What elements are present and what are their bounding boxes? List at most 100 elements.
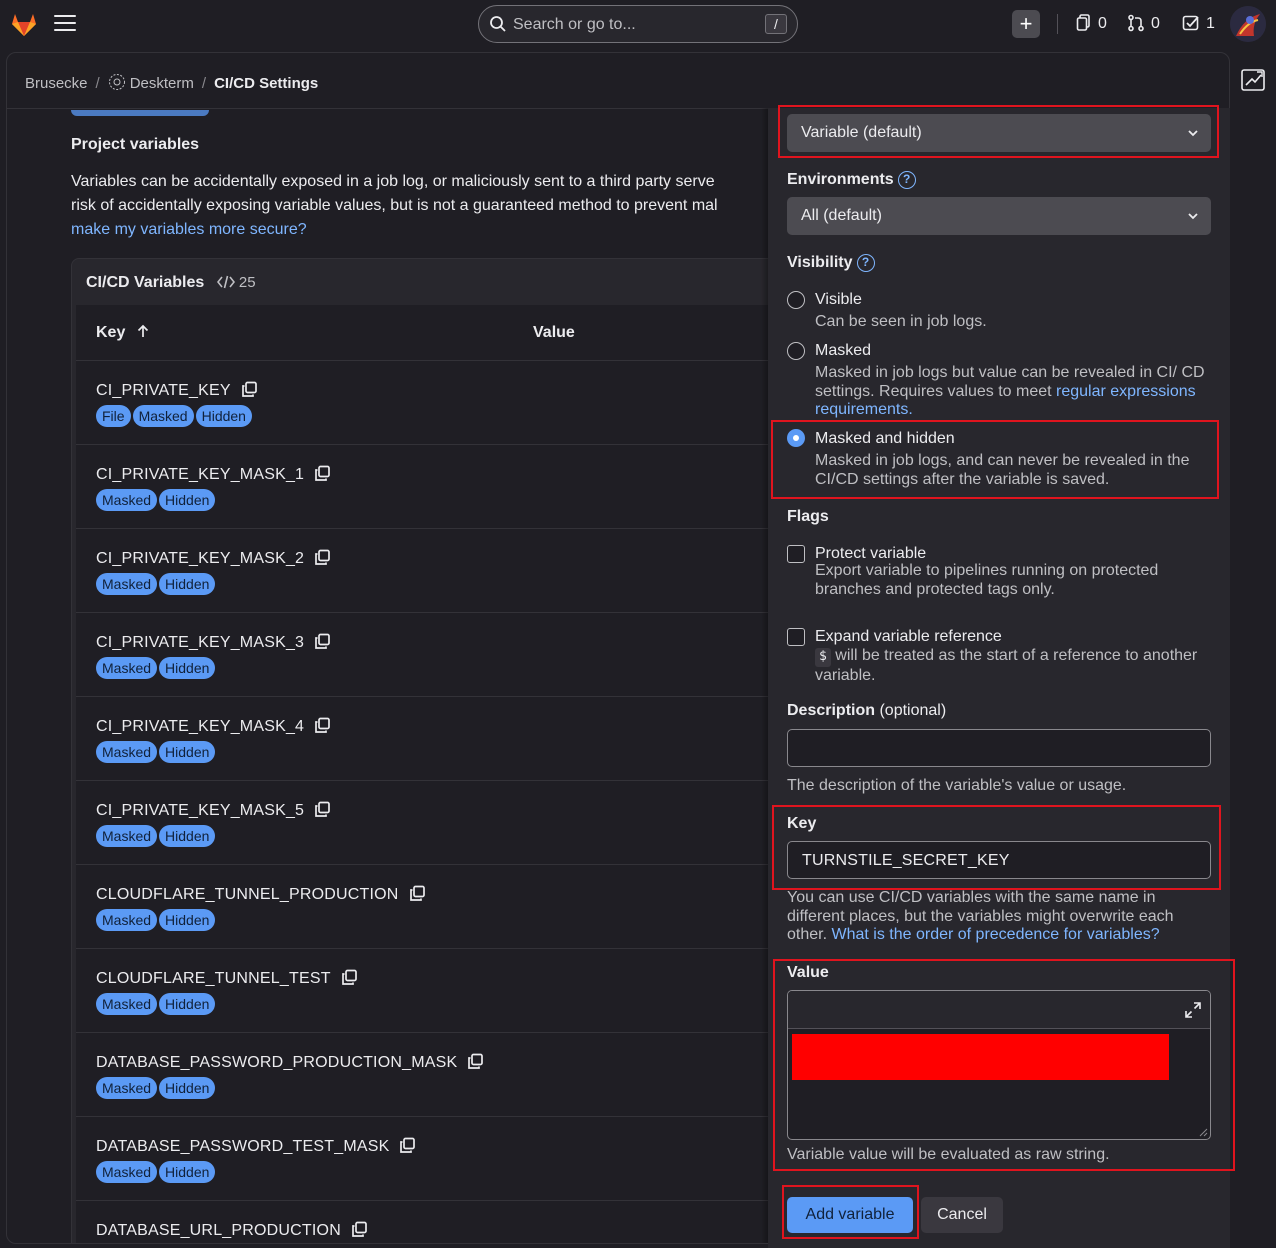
table-row[interactable]: CI_PRIVATE_KEY_MASK_2 Masked Hidden xyxy=(76,529,792,613)
badge-masked: Masked xyxy=(96,1161,158,1183)
copy-icon[interactable] xyxy=(314,717,331,739)
protect-variable-title[interactable]: Protect variable xyxy=(815,545,926,563)
variable-key-text: CI_PRIVATE_KEY xyxy=(96,382,231,399)
copy-icon[interactable] xyxy=(399,1137,416,1159)
table-row[interactable]: CI_PRIVATE_KEY_MASK_5 Masked Hidden xyxy=(76,781,792,865)
breadcrumb-current[interactable]: CI/CD Settings xyxy=(214,75,318,92)
help-icon[interactable]: ? xyxy=(897,171,916,189)
variable-key: CI_PRIVATE_KEY_MASK_3 xyxy=(96,633,331,655)
variable-key: DATABASE_PASSWORD_TEST_MASK xyxy=(96,1137,416,1159)
visible-option-title[interactable]: Visible xyxy=(815,291,862,309)
search-shortcut-key: / xyxy=(765,14,787,34)
key-value: TURNSTILE_SECRET_KEY xyxy=(802,852,1010,869)
table-row[interactable]: CI_PRIVATE_KEY_MASK_1 Masked Hidden xyxy=(76,445,792,529)
add-variable-button[interactable]: Add variable xyxy=(787,1197,913,1233)
merge-requests-counter[interactable]: 0 xyxy=(1127,14,1160,36)
radio-visible[interactable] xyxy=(787,291,805,309)
badge-file: File xyxy=(96,405,131,427)
expand-reference-title[interactable]: Expand variable reference xyxy=(815,628,1002,646)
environments-select[interactable]: All (default) xyxy=(787,197,1211,235)
radio-masked-and-hidden[interactable] xyxy=(787,429,805,447)
badge-hidden: Hidden xyxy=(195,405,252,427)
chart-edit-icon[interactable] xyxy=(1240,68,1266,92)
copy-icon[interactable] xyxy=(314,549,331,571)
variable-key-text: DATABASE_URL_PRODUCTION xyxy=(96,1222,341,1239)
card-title-text: CI/CD Variables xyxy=(86,274,205,291)
key-input[interactable]: TURNSTILE_SECRET_KEY xyxy=(787,841,1211,879)
user-avatar[interactable] xyxy=(1230,6,1266,42)
section-description: Variables can be accidentally exposed in… xyxy=(71,170,831,242)
table-row[interactable]: CI_PRIVATE_KEY File Masked Hidden xyxy=(76,361,792,445)
help-icon[interactable]: ? xyxy=(856,254,875,272)
copy-icon[interactable] xyxy=(314,801,331,823)
table-row[interactable]: CI_PRIVATE_KEY_MASK_3 Masked Hidden xyxy=(76,613,792,697)
environments-label: Environments? xyxy=(787,171,916,189)
cancel-button[interactable]: Cancel xyxy=(921,1197,1003,1233)
masked-option-title[interactable]: Masked xyxy=(815,342,871,360)
search-box[interactable]: Search or go to... / xyxy=(478,5,798,43)
table-row[interactable]: CI_PRIVATE_KEY_MASK_4 Masked Hidden xyxy=(76,697,792,781)
menu-toggle-icon[interactable] xyxy=(54,15,76,33)
variable-badges: Masked Hidden xyxy=(96,825,217,847)
variable-key-text: CI_PRIVATE_KEY_MASK_5 xyxy=(96,802,305,819)
copy-icon[interactable] xyxy=(241,381,258,403)
expand-reference-desc: $ will be treated as the start of a refe… xyxy=(815,647,1210,685)
copy-icon[interactable] xyxy=(314,465,331,487)
copy-icon[interactable] xyxy=(351,1221,368,1243)
todos-counter[interactable]: 1 xyxy=(1182,14,1215,36)
issues-icon xyxy=(1076,14,1090,31)
key-help: You can use CI/CD variables with the sam… xyxy=(787,889,1215,945)
description-input[interactable] xyxy=(787,729,1211,767)
button-remnant[interactable] xyxy=(71,110,209,116)
gitlab-logo-icon[interactable] xyxy=(9,9,39,39)
redacted-value xyxy=(792,1034,1169,1080)
badge-hidden: Hidden xyxy=(159,489,216,511)
badge-masked: Masked xyxy=(96,573,158,595)
badge-hidden: Hidden xyxy=(159,825,216,847)
variables-table: Key Value CI_PRIVATE_KEY File Masked Hidden… xyxy=(76,305,792,1243)
breadcrumb: Brusecke / Deskterm / CI/CD Settings xyxy=(25,74,319,92)
protect-variable-checkbox[interactable] xyxy=(787,545,805,563)
resize-handle-icon[interactable] xyxy=(1198,1127,1208,1137)
variable-key-text: CI_PRIVATE_KEY_MASK_3 xyxy=(96,634,305,651)
key-column-header[interactable]: Key xyxy=(96,324,150,342)
variable-count-value: 25 xyxy=(238,274,256,291)
copy-icon[interactable] xyxy=(409,885,426,907)
table-row[interactable]: DATABASE_PASSWORD_TEST_MASK Masked Hidden xyxy=(76,1117,792,1201)
variable-badges: Masked Hidden xyxy=(96,741,217,763)
breadcrumb-group[interactable]: Brusecke xyxy=(25,75,88,92)
table-row[interactable]: CLOUDFLARE_TUNNEL_PRODUCTION Masked Hidden xyxy=(76,865,792,949)
badge-hidden: Hidden xyxy=(159,741,216,763)
precedence-link[interactable]: What is the order of precedence for vari… xyxy=(831,926,1159,943)
variable-key-text: CI_PRIVATE_KEY_MASK_1 xyxy=(96,466,305,483)
expand-icon[interactable] xyxy=(1184,1001,1202,1019)
table-header: Key Value xyxy=(76,305,792,361)
badge-masked: Masked xyxy=(96,825,158,847)
variable-type-select[interactable]: Variable (default) xyxy=(787,114,1211,152)
breadcrumb-project[interactable]: Deskterm xyxy=(130,75,194,92)
copy-icon[interactable] xyxy=(314,633,331,655)
divider xyxy=(1057,14,1058,34)
variables-card: CI/CD Variables 25 Key Value CI_PRIVATE_… xyxy=(71,258,792,1243)
visibility-label: Visibility? xyxy=(787,254,875,272)
key-label: Key xyxy=(787,815,817,832)
description-label-text: Description xyxy=(787,702,876,719)
table-row[interactable]: DATABASE_URL_PRODUCTION xyxy=(76,1201,792,1243)
issues-counter[interactable]: 0 xyxy=(1076,14,1107,36)
todo-icon xyxy=(1182,15,1199,31)
avatar-image xyxy=(1230,6,1266,42)
value-textarea[interactable] xyxy=(787,990,1211,1140)
table-row[interactable]: DATABASE_PASSWORD_PRODUCTION_MASK Masked H… xyxy=(76,1033,792,1117)
create-new-button[interactable]: + xyxy=(1012,10,1040,38)
table-row[interactable]: CLOUDFLARE_TUNNEL_TEST Masked Hidden xyxy=(76,949,792,1033)
copy-icon[interactable] xyxy=(341,969,358,991)
variable-badges: Masked Hidden xyxy=(96,993,217,1015)
description-line-2: risk of accidentally exposing variable v… xyxy=(71,197,718,214)
copy-icon[interactable] xyxy=(467,1053,484,1075)
variable-badges: Masked Hidden xyxy=(96,1161,217,1183)
secure-variables-link[interactable]: make my variables more secure? xyxy=(71,221,307,238)
variable-key: CI_PRIVATE_KEY_MASK_2 xyxy=(96,549,331,571)
expand-reference-checkbox[interactable] xyxy=(787,628,805,646)
radio-masked[interactable] xyxy=(787,342,805,360)
masked-hidden-option-title[interactable]: Masked and hidden xyxy=(815,430,955,448)
